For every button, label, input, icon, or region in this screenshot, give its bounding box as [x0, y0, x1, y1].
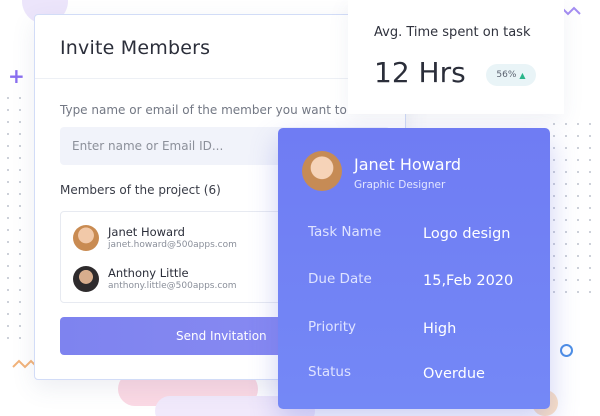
- member-name: Anthony Little: [108, 266, 189, 280]
- percent-badge: 56% ▲: [486, 64, 536, 86]
- avatar: [73, 266, 99, 292]
- avg-time-card: Avg. Time spent on task 12 Hrs 56% ▲: [348, 0, 564, 114]
- status-label: Status: [308, 364, 352, 380]
- arrow-up-icon: ▲: [519, 70, 526, 80]
- stat-title: Avg. Time spent on task: [374, 25, 531, 40]
- task-name-value: Logo design: [423, 226, 511, 242]
- stat-value: 12 Hrs: [374, 56, 466, 89]
- assignee-name: Janet Howard: [354, 155, 462, 174]
- due-date-value: 15,Feb 2020: [423, 273, 514, 289]
- priority-value: High: [423, 321, 457, 337]
- due-date-label: Due Date: [308, 271, 372, 287]
- decor-dots-right: [548, 118, 592, 298]
- list-item[interactable]: Anthony Little anthony.little@500apps.co…: [73, 265, 237, 293]
- assignee-role: Graphic Designer: [354, 179, 446, 191]
- plus-icon: +: [8, 64, 25, 88]
- task-name-label: Task Name: [308, 224, 382, 240]
- percent-badge-label: 56%: [496, 70, 517, 80]
- member-email: janet.howard@500apps.com: [108, 240, 237, 250]
- member-email: anthony.little@500apps.com: [108, 281, 237, 291]
- status-value: Overdue: [423, 366, 485, 382]
- avatar: [302, 151, 342, 191]
- invite-hint: Type name or email of the member you wan…: [60, 103, 385, 117]
- task-detail-card: Janet Howard Graphic Designer Task Name …: [278, 128, 550, 409]
- decor-dots-left: [2, 92, 30, 342]
- avatar: [73, 225, 99, 251]
- members-count-label: Members of the project (6): [60, 183, 221, 197]
- member-name: Janet Howard: [108, 225, 185, 239]
- ring-icon: [560, 344, 573, 357]
- list-item[interactable]: Janet Howard janet.howard@500apps.com: [73, 224, 237, 252]
- priority-label: Priority: [308, 319, 357, 335]
